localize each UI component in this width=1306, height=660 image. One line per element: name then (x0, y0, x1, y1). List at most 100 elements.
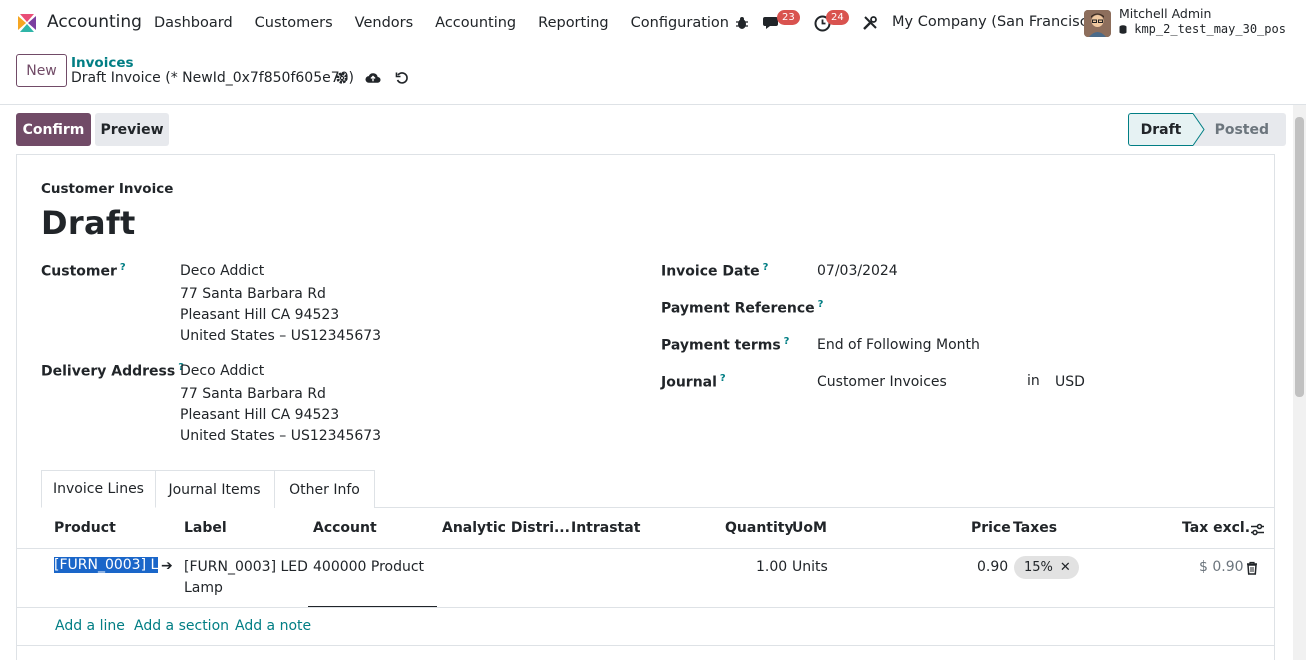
column-product[interactable]: Product (54, 520, 116, 536)
column-quantity[interactable]: Quantity (725, 520, 794, 536)
preview-button[interactable]: Preview (95, 113, 169, 146)
payment-reference-label: Payment Reference? (661, 299, 823, 317)
journal-help[interactable]: ? (720, 373, 726, 384)
customer-address-line: Pleasant Hill CA 94523 (180, 307, 340, 323)
journal-field[interactable]: Customer Invoices (817, 374, 947, 390)
user-avatar[interactable] (1084, 10, 1111, 37)
status-arrow (1193, 113, 1205, 146)
customer-label-text: Customer (41, 263, 117, 280)
invoice-date-help[interactable]: ? (763, 262, 769, 273)
line-uom[interactable]: Units (792, 559, 828, 575)
menu-accounting[interactable]: Accounting (424, 15, 527, 31)
payment-terms-label: Payment terms? (661, 336, 789, 354)
currency-field[interactable]: USD (1055, 374, 1085, 390)
menu-customers[interactable]: Customers (244, 15, 344, 31)
database-name: kmp_2_test_may_30_pos (1119, 22, 1286, 36)
add-line-link[interactable]: Add a line (55, 618, 125, 634)
payment-reference-field[interactable] (817, 300, 1077, 320)
status-draft[interactable]: Draft (1128, 113, 1193, 146)
tab-invoice-lines[interactable]: Invoice Lines (41, 470, 156, 508)
line-subtotal: $ 0.90 (1199, 559, 1244, 575)
move-type: Customer Invoice (41, 181, 174, 197)
add-section-link[interactable]: Add a section (134, 618, 229, 634)
customer-name[interactable]: Deco Addict (180, 263, 264, 279)
tax-tag-label: 15% (1024, 560, 1053, 575)
internal-link-arrow-icon[interactable]: ➔ (161, 558, 173, 574)
add-note-link[interactable]: Add a note (235, 618, 311, 634)
invoice-date-field[interactable]: 07/03/2024 (817, 263, 898, 279)
top-navbar: Accounting Dashboard Customers Vendors A… (0, 0, 1306, 46)
customer-help[interactable]: ? (120, 262, 126, 273)
tab-other-info[interactable]: Other Info (274, 470, 375, 508)
database-icon (1119, 25, 1127, 34)
delivery-name[interactable]: Deco Addict (180, 363, 264, 379)
payment-ref-label-text: Payment Reference (661, 300, 815, 317)
main-menu: Dashboard Customers Vendors Accounting R… (143, 0, 740, 46)
table-row-divider (16, 607, 1275, 608)
payment-terms-field[interactable]: End of Following Month (817, 337, 980, 353)
column-label[interactable]: Label (184, 520, 227, 536)
tab-journal-items[interactable]: Journal Items (155, 470, 275, 508)
product-input[interactable]: [FURN_0003] LED Lamp (54, 557, 158, 578)
line-quantity[interactable]: 1.00 (756, 559, 787, 575)
bug-icon[interactable] (731, 12, 753, 34)
line-account[interactable]: 400000 Product (313, 559, 424, 575)
delivery-address-line: Pleasant Hill CA 94523 (180, 407, 340, 423)
payment-terms-label-text: Payment terms (661, 337, 781, 354)
delivery-address-label: Delivery Address? (41, 362, 184, 380)
invoice-date-label-text: Invoice Date (661, 263, 760, 280)
column-uom[interactable]: UoM (792, 520, 827, 536)
cloud-upload-icon[interactable] (365, 70, 381, 86)
menu-dashboard[interactable]: Dashboard (143, 15, 244, 31)
line-label-wrap[interactable]: Lamp (184, 580, 223, 596)
app-name[interactable]: Accounting (47, 12, 142, 32)
trash-icon[interactable] (1241, 557, 1263, 579)
column-intrastat[interactable]: Intrastat (571, 520, 640, 536)
user-name[interactable]: Mitchell Admin (1119, 6, 1211, 21)
menu-configuration[interactable]: Configuration (620, 15, 740, 31)
breadcrumb-invoices[interactable]: Invoices (71, 55, 134, 71)
tax-tag: 15% ✕ (1014, 556, 1079, 579)
discard-icon[interactable] (394, 70, 410, 86)
line-price[interactable]: 0.90 (977, 559, 1008, 575)
optional-columns-icon[interactable] (1246, 518, 1268, 540)
accounting-app-icon[interactable] (16, 12, 38, 34)
invoice-name: Draft (41, 204, 136, 242)
table-footer-divider (16, 645, 1275, 646)
line-label[interactable]: [FURN_0003] LED (184, 559, 308, 575)
company-switcher[interactable]: My Company (San Francisco) (892, 14, 1102, 30)
menu-reporting[interactable]: Reporting (527, 15, 620, 31)
customer-label: Customer? (41, 262, 126, 280)
journal-label: Journal? (661, 373, 726, 391)
activities-badge: 24 (826, 10, 849, 25)
invoice-date-label: Invoice Date? (661, 262, 768, 280)
journal-label-text: Journal (661, 374, 717, 391)
delivery-address-line: United States – US12345673 (180, 428, 382, 444)
scrollbar-thumb[interactable] (1295, 117, 1304, 397)
column-analytic[interactable]: Analytic Distri... (442, 520, 570, 536)
customer-address-line: 77 Santa Barbara Rd (180, 286, 326, 302)
control-panel-divider (0, 104, 1306, 105)
journal-in-text: in (1027, 373, 1040, 389)
column-account[interactable]: Account (313, 520, 377, 536)
column-taxes[interactable]: Taxes (1013, 520, 1057, 536)
column-tax-excl[interactable]: Tax excl. (1182, 520, 1250, 536)
messages-badge: 23 (777, 10, 800, 25)
status-posted[interactable]: Posted (1205, 113, 1286, 146)
delivery-label-text: Delivery Address (41, 363, 176, 380)
confirm-button[interactable]: Confirm (16, 113, 91, 146)
new-button[interactable]: New (16, 54, 67, 87)
delivery-address-line: 77 Santa Barbara Rd (180, 386, 326, 402)
product-input-selection: [FURN_0003] LED Lamp (54, 557, 158, 573)
table-header-divider (16, 548, 1275, 549)
breadcrumb-current: Draft Invoice (* NewId_0x7f850f605e70) (71, 70, 354, 86)
customer-address-line: United States – US12345673 (180, 328, 382, 344)
remove-tax-icon[interactable]: ✕ (1060, 560, 1071, 575)
column-price[interactable]: Price (971, 520, 1011, 536)
status-bar: Draft Posted (1128, 113, 1286, 146)
tools-icon[interactable] (859, 12, 881, 34)
gear-icon[interactable] (334, 70, 350, 86)
payment-terms-help[interactable]: ? (784, 336, 790, 347)
menu-vendors[interactable]: Vendors (344, 15, 425, 31)
database-name-text: kmp_2_test_may_30_pos (1134, 22, 1286, 36)
